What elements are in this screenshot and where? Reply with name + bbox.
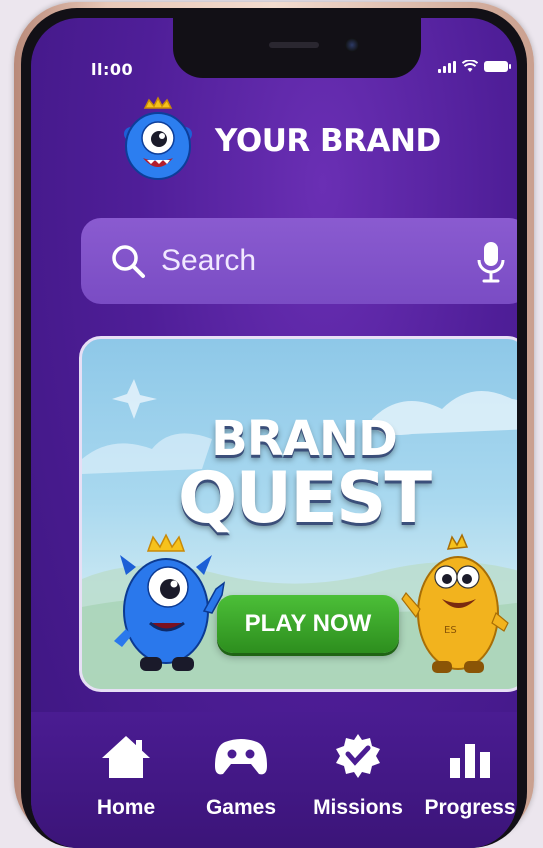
play-now-button[interactable]: PLAY NOW bbox=[217, 595, 399, 653]
nav-label-progress: Progress bbox=[424, 796, 516, 819]
battery-icon bbox=[484, 61, 511, 72]
wifi-icon bbox=[462, 60, 478, 72]
mission-badge-icon bbox=[336, 734, 380, 778]
nav-item-progress[interactable]: Progress bbox=[415, 730, 517, 820]
brand-name: YOUR BRAND bbox=[215, 123, 441, 159]
brand-mascot-logo bbox=[124, 96, 192, 180]
status-time: ll:00 bbox=[91, 60, 134, 79]
blue-monster-character bbox=[114, 533, 226, 671]
nav-item-games[interactable]: Games bbox=[186, 730, 296, 820]
status-icons bbox=[438, 60, 511, 73]
banner-title-line2: QUEST bbox=[177, 457, 432, 539]
earpiece-speaker bbox=[269, 42, 319, 48]
home-icon bbox=[102, 736, 150, 778]
brand-header: YOUR BRAND bbox=[113, 96, 441, 186]
nav-label-missions: Missions bbox=[313, 796, 403, 819]
nav-item-missions[interactable]: Missions bbox=[303, 730, 413, 820]
nav-label-games: Games bbox=[205, 796, 277, 819]
phone-frame: ll:00 YOUR BRAND Search BRAND QUEST PLAY… bbox=[14, 2, 534, 848]
bar-chart-icon bbox=[450, 744, 490, 778]
nav-label-home: Home bbox=[96, 796, 156, 819]
nav-item-home[interactable]: Home bbox=[71, 730, 181, 820]
phone-bezel: ll:00 YOUR BRAND Search BRAND QUEST PLAY… bbox=[21, 8, 527, 848]
front-camera bbox=[345, 38, 359, 52]
notch bbox=[173, 18, 421, 78]
app-screen: ll:00 YOUR BRAND Search BRAND QUEST PLAY… bbox=[31, 18, 517, 848]
microphone-icon[interactable] bbox=[475, 240, 507, 284]
search-placeholder: Search bbox=[161, 244, 257, 277]
signal-icon bbox=[438, 60, 456, 73]
bottom-nav-bar: Home Games Missions Progress bbox=[31, 712, 517, 848]
search-bar[interactable]: Search bbox=[81, 218, 517, 304]
game-banner[interactable]: BRAND QUEST PLAY NOW ES bbox=[79, 336, 517, 692]
gamepad-icon bbox=[215, 739, 267, 775]
yellow-monster-character: ES bbox=[401, 533, 509, 673]
search-icon bbox=[112, 245, 145, 278]
yellow-character-badge: ES bbox=[444, 625, 457, 636]
